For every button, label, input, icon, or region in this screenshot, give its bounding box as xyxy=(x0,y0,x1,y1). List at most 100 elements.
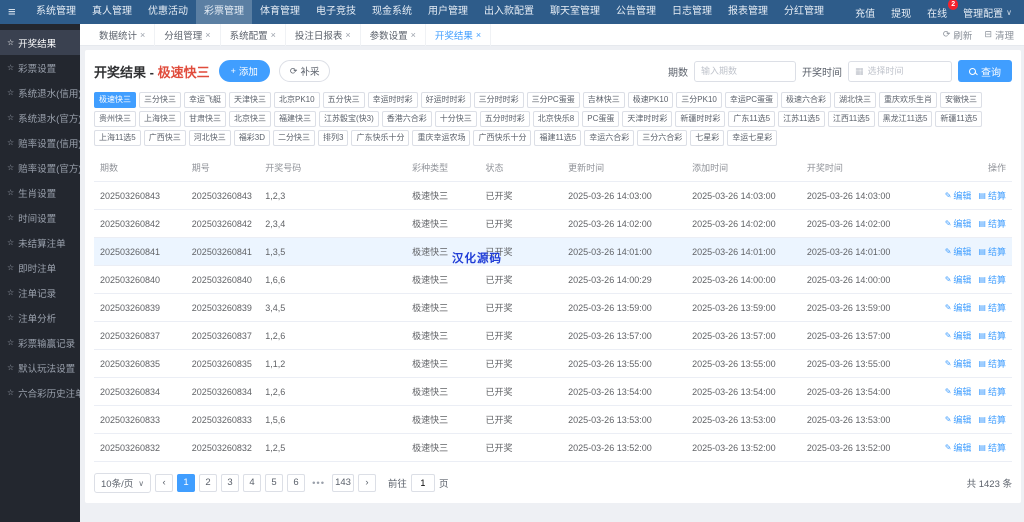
sidebar-item[interactable]: ☆ 赔率设置(信用) xyxy=(0,130,80,155)
sidebar-item[interactable]: ☆ 生肖设置 xyxy=(0,180,80,205)
lottery-chip[interactable]: 三分PK10 xyxy=(676,92,722,108)
lottery-chip[interactable]: 上海11选5 xyxy=(94,130,141,146)
sidebar-item[interactable]: ☆ 六合彩历史注单 xyxy=(0,380,80,405)
settle-button[interactable]: ▤ 结算 xyxy=(978,217,1006,230)
add-button[interactable]: + 添加 xyxy=(218,60,270,82)
settle-button[interactable]: ▤ 结算 xyxy=(978,441,1006,454)
top-menu-item[interactable]: 用户管理 xyxy=(420,0,476,24)
settle-button[interactable]: ▤ 结算 xyxy=(978,273,1006,286)
lottery-chip[interactable]: 二分快三 xyxy=(273,130,315,146)
lottery-chip[interactable]: 湖北快三 xyxy=(833,92,876,108)
lottery-chip[interactable]: 五分快三 xyxy=(322,92,365,108)
lottery-chip[interactable]: 幸运六合彩 xyxy=(584,130,635,146)
sidebar-item[interactable]: ☆ 赔率设置(官方) xyxy=(0,155,80,180)
next-page-button[interactable]: › xyxy=(357,474,376,492)
top-menu-item[interactable]: 分红管理 xyxy=(776,0,832,24)
lottery-chip[interactable]: 河北快三 xyxy=(188,130,231,146)
prev-page-button[interactable]: ‹ xyxy=(155,474,174,492)
table-row[interactable]: 202503260839 202503260839 3,4,5 极速快三 已开奖 2025… xyxy=(94,293,1012,322)
lottery-chip[interactable]: 三分PC蛋蛋 xyxy=(526,92,580,108)
top-menu-item[interactable]: 真人管理 xyxy=(84,0,140,24)
tab[interactable]: 分组管理 × xyxy=(155,23,221,46)
edit-button[interactable]: ✎ 编辑 xyxy=(945,357,972,370)
settle-button[interactable]: ▤ 结算 xyxy=(978,357,1006,370)
tab[interactable]: 参数设置 × xyxy=(361,23,426,46)
lottery-chip[interactable]: 新疆11选5 xyxy=(935,111,983,127)
page-button[interactable]: 5 xyxy=(265,474,284,492)
clean-button[interactable]: ⊟ 清理 xyxy=(984,28,1014,42)
edit-button[interactable]: ✎ 编辑 xyxy=(945,441,972,454)
lottery-chip[interactable]: 幸运时时彩 xyxy=(367,92,418,108)
lottery-chip[interactable]: 甘肃快三 xyxy=(184,111,226,127)
sidebar-item[interactable]: ☆ 注单记录 xyxy=(0,280,80,305)
tab[interactable]: 系统配置 × xyxy=(221,23,286,46)
page-button[interactable]: 6 xyxy=(287,474,306,492)
tab[interactable]: 开奖结果 × xyxy=(426,23,492,46)
lottery-chip[interactable]: 极速六合彩 xyxy=(780,92,831,108)
lottery-chip[interactable]: 十分快三 xyxy=(434,111,477,127)
lottery-chip[interactable]: 江西11选5 xyxy=(827,111,875,127)
lottery-chip[interactable]: 贵州快三 xyxy=(94,111,136,127)
lottery-chip[interactable]: 幸运飞艇 xyxy=(184,92,226,108)
settle-button[interactable]: ▤ 结算 xyxy=(978,301,1006,314)
lottery-chip[interactable]: 广西快三 xyxy=(143,130,186,146)
lottery-chip[interactable]: 三分快三 xyxy=(139,92,181,108)
top-menu-item[interactable]: 公告管理 xyxy=(608,0,664,24)
lottery-chip[interactable]: 重庆幸运农场 xyxy=(412,130,471,146)
lottery-chip[interactable]: 北京快乐8 xyxy=(532,111,580,127)
top-menu-item[interactable]: 体育管理 xyxy=(252,0,308,24)
sidebar-item[interactable]: ☆ 系统退水(信用) xyxy=(0,80,80,105)
edit-button[interactable]: ✎ 编辑 xyxy=(945,385,972,398)
lottery-chip[interactable]: 吉林快三 xyxy=(582,92,625,108)
lottery-chip[interactable]: 福彩3D xyxy=(233,130,270,146)
lottery-chip[interactable]: 黑龙江11选5 xyxy=(877,111,933,127)
sidebar-item[interactable]: ☆ 注单分析 xyxy=(0,305,80,330)
top-menu-item[interactable]: 系统管理 xyxy=(28,0,84,24)
lottery-chip[interactable]: 福建快三 xyxy=(274,111,316,127)
lottery-chip[interactable]: 排列3 xyxy=(318,130,349,146)
refresh-button[interactable]: ⟳ 刷新 xyxy=(943,28,973,42)
lottery-chip[interactable]: 广西快乐十分 xyxy=(473,130,532,146)
table-row[interactable]: 202503260833 202503260833 1,5,6 极速快三 已开奖 2025… xyxy=(94,405,1012,434)
close-icon[interactable]: × xyxy=(205,30,210,40)
lottery-chip[interactable]: 好运时时彩 xyxy=(420,92,471,108)
page-button[interactable]: 143 xyxy=(332,474,354,492)
close-icon[interactable]: × xyxy=(271,30,276,40)
table-row[interactable]: 202503260837 202503260837 1,2,6 极速快三 已开奖 2025… xyxy=(94,321,1012,350)
top-menu-item[interactable]: 彩票管理 xyxy=(196,0,252,24)
page-button[interactable]: 4 xyxy=(243,474,262,492)
sidebar-item[interactable]: ☆ 系统退水(官方) xyxy=(0,105,80,130)
draw-time-picker[interactable]: ▦ xyxy=(848,60,952,82)
lottery-chip[interactable]: PC蛋蛋 xyxy=(582,111,620,127)
table-row[interactable]: 202503260832 202503260832 1,2,5 极速快三 已开奖 2025… xyxy=(94,433,1012,462)
page-button[interactable]: 3 xyxy=(221,474,240,492)
lottery-chip[interactable]: 安徽快三 xyxy=(939,92,982,108)
table-row[interactable]: 202503260843 202503260843 1,2,3 极速快三 已开奖 2025… xyxy=(94,181,1012,210)
lottery-chip[interactable]: 广东11选5 xyxy=(728,111,776,127)
close-icon[interactable]: × xyxy=(476,30,481,40)
top-menu-item[interactable]: 报表管理 xyxy=(720,0,776,24)
sidebar-item[interactable]: ☆ 未结算注单 xyxy=(0,230,80,255)
edit-button[interactable]: ✎ 编辑 xyxy=(945,273,972,286)
withdraw-link[interactable]: 提现 xyxy=(891,5,911,20)
recharge-link[interactable]: 充值 xyxy=(855,5,875,20)
lottery-chip[interactable]: 北京快三 xyxy=(229,111,271,127)
table-row[interactable]: 202503260840 202503260840 1,6,6 极速快三 已开奖 2025… xyxy=(94,265,1012,294)
jump-page-input[interactable] xyxy=(410,474,435,492)
edit-button[interactable]: ✎ 编辑 xyxy=(945,329,972,342)
table-row[interactable]: 202503260842 202503260842 2,3,4 极速快三 已开奖 2025… xyxy=(94,209,1012,238)
lottery-chip[interactable]: 七星彩 xyxy=(690,130,725,146)
admin-settings-dropdown[interactable]: 管理配置 ∨ xyxy=(963,5,1012,20)
lottery-chip[interactable]: 极速快三 xyxy=(94,92,136,108)
close-icon[interactable]: × xyxy=(411,30,416,40)
table-row[interactable]: 202503260841 202503260841 1,3,5 极速快三 已开奖 2025… xyxy=(94,237,1012,266)
top-menu-item[interactable]: 电子竞技 xyxy=(308,0,364,24)
sidebar-item[interactable]: ☆ 即时注单 xyxy=(0,255,80,280)
lottery-chip[interactable]: 江苏11选5 xyxy=(778,111,825,127)
close-icon[interactable]: × xyxy=(140,30,145,40)
settle-button[interactable]: ▤ 结算 xyxy=(978,413,1006,426)
close-icon[interactable]: × xyxy=(345,30,350,40)
lottery-chip[interactable]: 重庆欢乐生肖 xyxy=(878,92,937,108)
settle-button[interactable]: ▤ 结算 xyxy=(978,329,1006,342)
lottery-chip[interactable]: 天津快三 xyxy=(229,92,271,108)
